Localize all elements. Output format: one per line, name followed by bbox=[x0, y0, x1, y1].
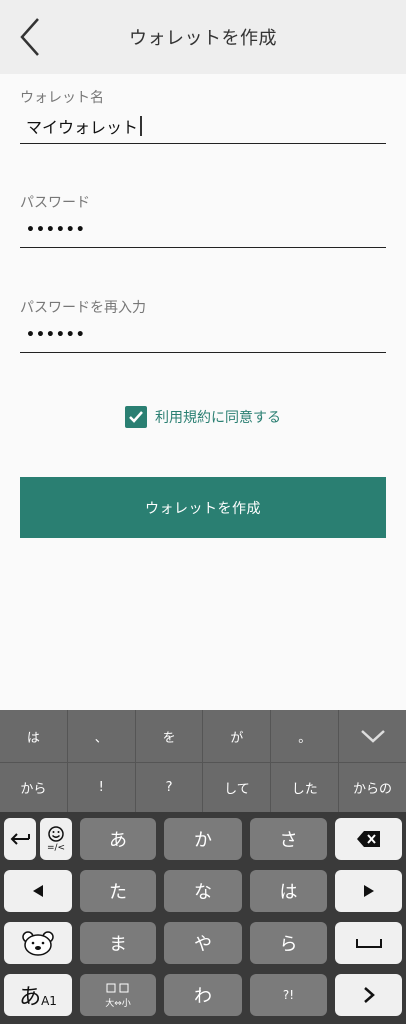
backspace-icon bbox=[356, 831, 380, 847]
cursor-left-arrow-key[interactable] bbox=[4, 870, 72, 912]
suggestion-item[interactable]: が bbox=[203, 710, 272, 762]
dakuten-icon bbox=[106, 983, 129, 992]
size-toggle-label: 大⇔小 bbox=[105, 998, 131, 1009]
create-wallet-button[interactable]: ウォレットを作成 bbox=[20, 477, 386, 538]
chevron-down-icon bbox=[360, 730, 385, 743]
password-confirm-input[interactable]: •••••• bbox=[20, 317, 386, 353]
suggestion-item[interactable]: からの bbox=[339, 763, 406, 812]
wallet-name-label: ウォレット名 bbox=[20, 90, 104, 106]
suggestion-bar-2: から ! ? して した からの bbox=[0, 762, 406, 812]
next-key[interactable] bbox=[335, 974, 402, 1016]
password-input[interactable]: •••••• bbox=[20, 212, 386, 248]
key-a[interactable]: あ bbox=[80, 818, 156, 860]
key-na[interactable]: な bbox=[164, 870, 242, 912]
suggestion-item[interactable]: した bbox=[271, 763, 340, 812]
software-keyboard: は 、 を が 。 から ! ? して した からの =/< あ か さ た な… bbox=[0, 710, 406, 1024]
input-mode-key[interactable]: あ A1 bbox=[4, 974, 72, 1016]
terms-checkbox[interactable] bbox=[125, 406, 147, 428]
password-confirm-value: •••••• bbox=[26, 326, 86, 343]
suggestion-item[interactable]: ? bbox=[136, 763, 204, 812]
suggestion-item[interactable]: ! bbox=[68, 763, 136, 812]
dakuten-small-key[interactable]: 大⇔小 bbox=[80, 974, 156, 1016]
space-key[interactable] bbox=[335, 922, 402, 964]
input-mode-sub-label: A1 bbox=[41, 994, 57, 1008]
triangle-left-icon bbox=[33, 885, 43, 897]
suggestion-item[interactable]: を bbox=[136, 710, 204, 762]
key-ha[interactable]: は bbox=[250, 870, 327, 912]
wallet-name-input[interactable]: マイウォレット bbox=[20, 108, 386, 144]
cursor-right-arrow-key[interactable] bbox=[335, 870, 402, 912]
password-value: •••••• bbox=[26, 221, 86, 238]
input-mode-label: あ bbox=[19, 985, 42, 1010]
smiley-icon bbox=[48, 826, 64, 842]
key-wa[interactable]: わ bbox=[164, 974, 242, 1016]
emoticon-key[interactable]: =/< bbox=[40, 818, 72, 860]
suggestion-bar: は 、 を が 。 bbox=[0, 710, 406, 762]
chevron-right-icon bbox=[363, 987, 375, 1003]
key-ya[interactable]: や bbox=[164, 922, 242, 964]
text-caret bbox=[140, 115, 142, 136]
key-ta[interactable]: た bbox=[80, 870, 156, 912]
password-confirm-label: パスワードを再入力 bbox=[20, 300, 146, 316]
suggestion-item[interactable]: は bbox=[0, 710, 68, 762]
cursor-left-key[interactable] bbox=[4, 818, 36, 860]
suggestion-item[interactable]: から bbox=[0, 763, 68, 812]
suggestion-item[interactable]: 。 bbox=[271, 710, 340, 762]
emoticon-key-label: =/< bbox=[46, 843, 66, 853]
key-ka[interactable]: か bbox=[164, 818, 242, 860]
terms-row: 利用規約に同意する bbox=[0, 406, 406, 428]
key-ra[interactable]: ら bbox=[250, 922, 327, 964]
wallet-name-value: マイウォレット bbox=[26, 117, 139, 137]
punctuation-key[interactable]: ?! bbox=[250, 974, 327, 1016]
space-icon bbox=[355, 939, 382, 948]
header-bar: ウォレットを作成 bbox=[0, 0, 406, 74]
key-ma[interactable]: ま bbox=[80, 922, 156, 964]
suggestion-item[interactable]: 、 bbox=[68, 710, 136, 762]
triangle-right-icon bbox=[363, 885, 374, 897]
backspace-key[interactable] bbox=[335, 818, 402, 860]
punctuation-label: ?! bbox=[282, 988, 295, 1002]
bear-face-icon bbox=[22, 931, 54, 956]
password-label: パスワード bbox=[20, 195, 90, 211]
checkmark-icon bbox=[129, 411, 143, 423]
arrow-left-icon bbox=[10, 833, 30, 845]
collapse-suggestions-button[interactable] bbox=[339, 710, 406, 762]
page-title: ウォレットを作成 bbox=[129, 28, 277, 49]
key-sa[interactable]: さ bbox=[250, 818, 327, 860]
suggestion-item[interactable]: して bbox=[203, 763, 272, 812]
terms-label[interactable]: 利用規約に同意する bbox=[155, 407, 281, 427]
kaomoji-key[interactable] bbox=[4, 922, 72, 964]
